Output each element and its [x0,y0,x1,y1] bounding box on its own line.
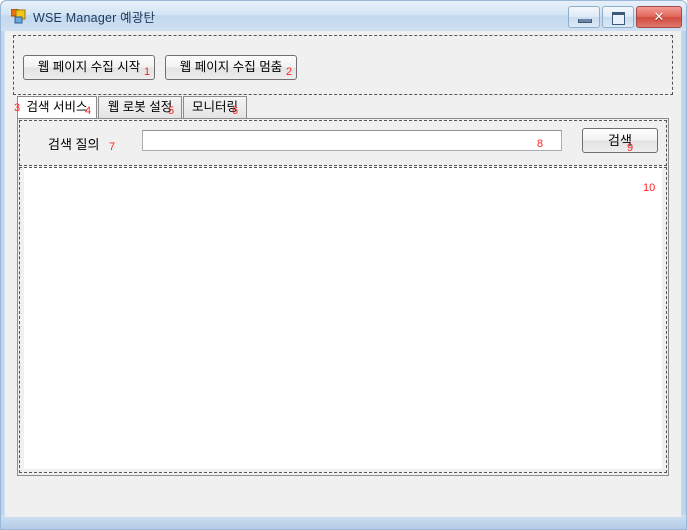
close-button[interactable]: ✕ [636,6,682,28]
start-crawl-button[interactable]: 웹 페이지 수집 시작 [23,55,155,80]
annotation-3: 3 [14,102,21,114]
result-list[interactable] [24,167,662,469]
annotation-8: 8 [537,138,544,150]
annotation-9: 9 [627,142,634,154]
tab-page-search-service: 검색 질의 검색 [17,118,669,476]
minimize-icon [578,19,592,23]
window-title: WSE Manager 예광탄 [33,11,156,25]
window-border-bottom [1,515,686,529]
stop-crawl-button[interactable]: 웹 페이지 수집 멈춤 [165,55,297,80]
search-button[interactable]: 검색 [582,128,658,153]
client-area: 웹 페이지 수집 시작 1 웹 페이지 수집 멈춤 2 검색 서비스 웹 로봇 … [5,31,681,517]
annotation-1: 1 [144,66,151,78]
form-app-icon [11,9,26,24]
title-bar: WSE Manager 예광탄 ✕ [1,1,686,31]
window-controls: ✕ [568,6,682,28]
annotation-7: 7 [109,141,116,153]
annotation-4: 4 [85,105,92,117]
maximize-icon [612,12,625,25]
tab-strip: 검색 서비스 웹 로봇 설정 모니터링 [17,96,669,119]
maximize-button[interactable] [602,6,634,28]
close-icon: ✕ [653,9,665,24]
annotation-2: 2 [286,66,293,78]
annotation-10: 10 [643,182,656,194]
annotation-6: 6 [232,105,239,117]
minimize-button[interactable] [568,6,600,28]
query-label: 검색 질의 [48,137,100,152]
search-row: 검색 질의 검색 [18,119,668,164]
application-window: WSE Manager 예광탄 ✕ 웹 페이지 수집 시작 1 웹 페이지 수집… [0,0,687,530]
query-input[interactable] [142,130,562,151]
annotation-5: 5 [168,105,175,117]
